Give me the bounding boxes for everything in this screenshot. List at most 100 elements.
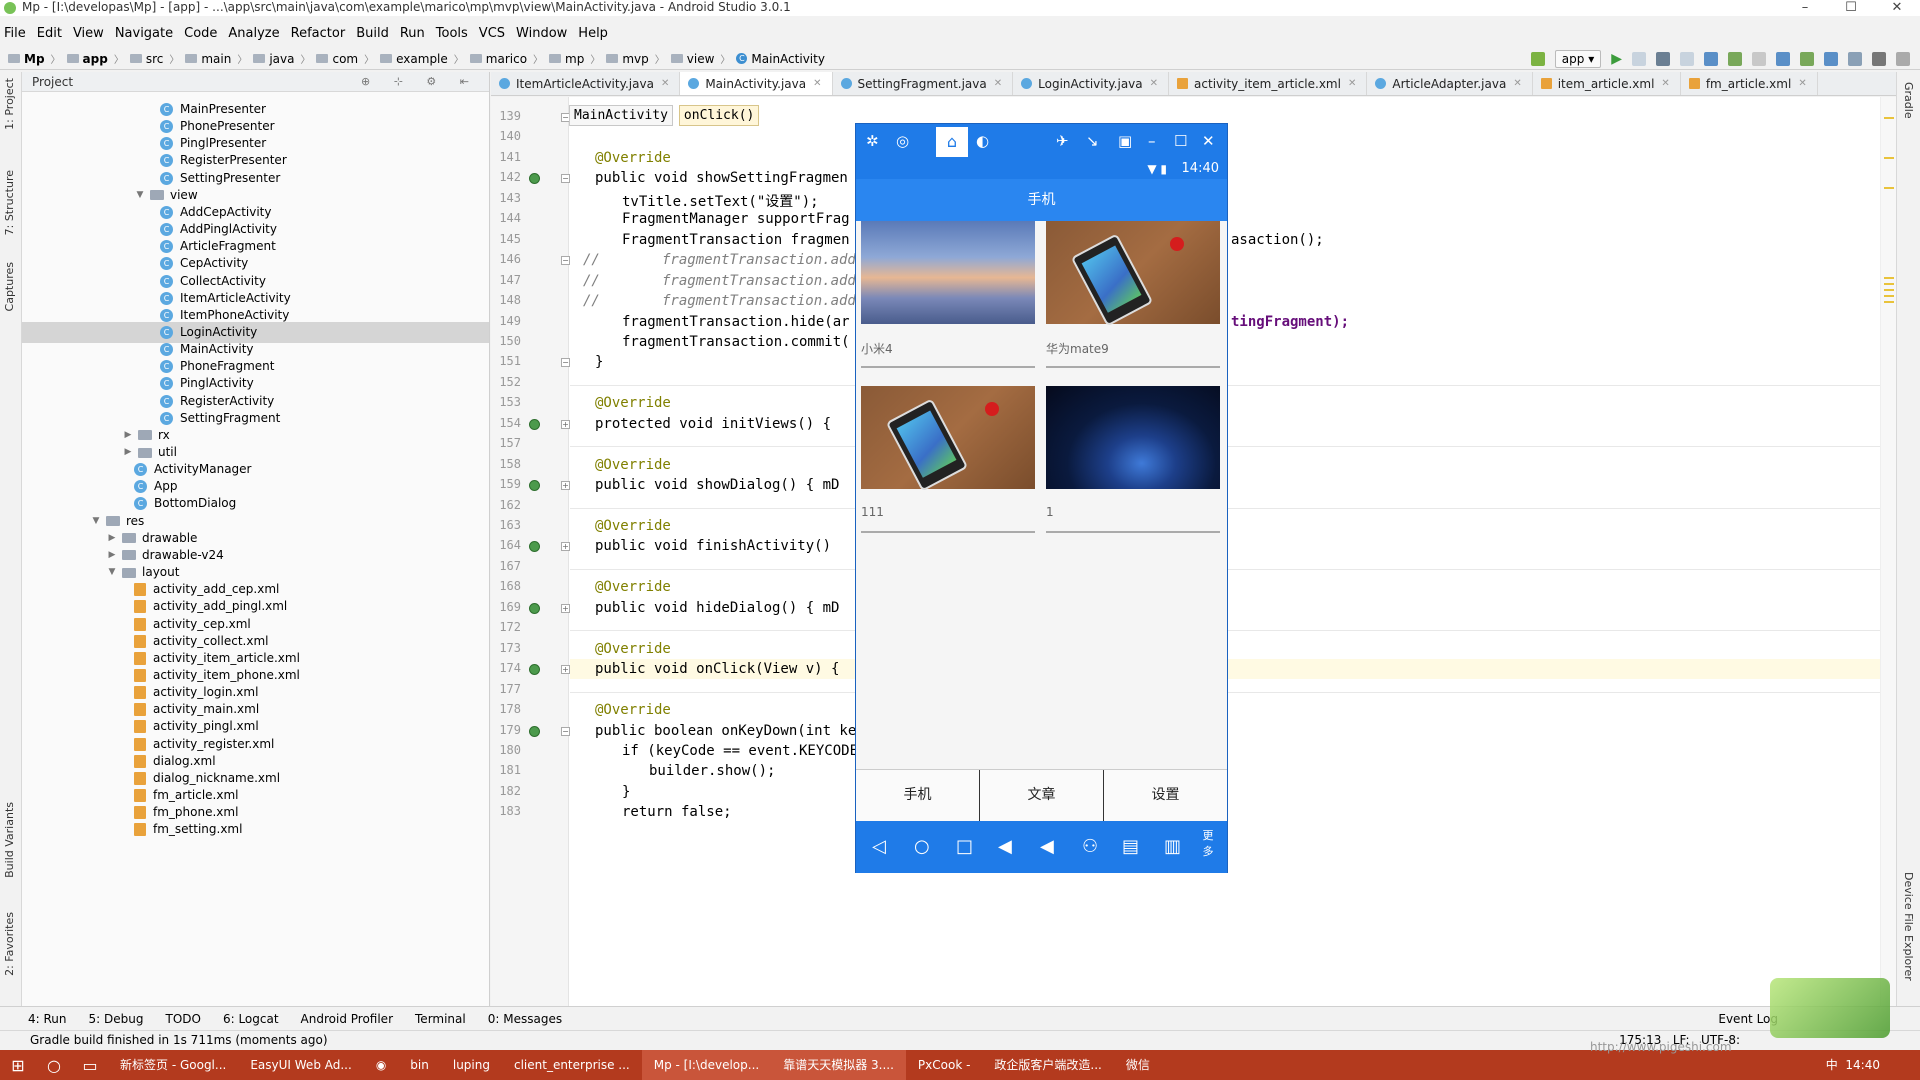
editor-tab[interactable]: ArticleAdapter.java ✕: [1367, 72, 1533, 95]
attach-debugger-icon[interactable]: [1728, 52, 1742, 66]
menu-tools[interactable]: Tools: [436, 26, 468, 41]
breadcrumb-item[interactable]: example: [380, 52, 448, 66]
home-circle-icon[interactable]: ○: [914, 836, 930, 857]
taskbar-item[interactable]: EasyUI Web Ad...: [238, 1050, 363, 1080]
editor-tab[interactable]: ItemArticleActivity.java ✕: [491, 72, 681, 95]
game-icon[interactable]: ◐: [976, 132, 989, 150]
tab-close-icon[interactable]: ✕: [1798, 78, 1806, 89]
taskbar-item[interactable]: 靠谱天天模拟器 3....: [771, 1050, 906, 1080]
taskbar-item[interactable]: luping: [441, 1050, 502, 1080]
search-icon[interactable]: [1872, 52, 1886, 66]
menu-help[interactable]: Help: [578, 26, 608, 41]
breadcrumb-item[interactable]: marico: [469, 52, 527, 66]
menu-build[interactable]: Build: [356, 26, 389, 41]
fold-toggle-icon[interactable]: +: [561, 603, 570, 613]
editor-tab[interactable]: item_article.xml ✕: [1533, 72, 1681, 95]
run-icon[interactable]: ▶: [1611, 51, 1622, 67]
editor-tab[interactable]: SettingFragment.java ✕: [833, 72, 1014, 95]
tool-logcat[interactable]: 6: Logcat: [223, 1012, 279, 1026]
stop-icon[interactable]: [1752, 52, 1766, 66]
debug-icon[interactable]: [1656, 52, 1670, 66]
taskbar-item[interactable]: 政企版客户端改造...: [982, 1050, 1113, 1080]
tab-article[interactable]: 文章: [980, 770, 1104, 821]
tab-settings[interactable]: 设置: [1104, 770, 1227, 821]
breadcrumb-item[interactable]: src: [129, 52, 163, 66]
override-marker-icon[interactable]: [529, 541, 540, 553]
start-icon[interactable]: ⊞: [0, 1056, 36, 1075]
tab-close-icon[interactable]: ✕: [661, 78, 669, 89]
menu-edit[interactable]: Edit: [37, 26, 62, 41]
crumb-class[interactable]: MainActivity: [569, 105, 673, 126]
breadcrumb-item[interactable]: C MainActivity: [736, 52, 825, 66]
fold-toggle-icon[interactable]: +: [561, 481, 570, 491]
shrink-icon[interactable]: ↘: [1086, 132, 1099, 150]
project-structure-icon[interactable]: [1848, 52, 1862, 66]
delete-icon[interactable]: ▥: [1164, 836, 1181, 857]
help-icon[interactable]: [1896, 52, 1910, 66]
fold-toggle-icon[interactable]: −: [561, 726, 570, 736]
breadcrumb-item[interactable]: main: [185, 52, 231, 66]
pin-icon[interactable]: ✈: [1056, 132, 1069, 150]
tab-structure[interactable]: 7: Structure: [3, 170, 16, 235]
apply-changes-icon[interactable]: [1632, 52, 1646, 66]
taskbar-item[interactable]: ◉: [364, 1050, 398, 1080]
override-marker-icon[interactable]: [529, 602, 540, 614]
sdk-manager-icon[interactable]: [1824, 52, 1838, 66]
breadcrumb-item[interactable]: com: [316, 52, 358, 66]
tab-close-icon[interactable]: ✕: [1513, 78, 1521, 89]
android-icon[interactable]: ✲: [866, 132, 879, 150]
taskbar-item[interactable]: Mp - [I:\develop...: [641, 1050, 772, 1080]
breadcrumb-item[interactable]: view: [670, 52, 714, 66]
fold-toggle-icon[interactable]: −: [561, 174, 570, 184]
menu-refactor[interactable]: Refactor: [291, 26, 346, 41]
tab-favorites[interactable]: 2: Favorites: [3, 912, 16, 976]
menu-file[interactable]: File: [4, 26, 26, 41]
tab-close-icon[interactable]: ✕: [1348, 78, 1356, 89]
menu-navigate[interactable]: Navigate: [115, 26, 173, 41]
override-marker-icon[interactable]: [529, 418, 540, 430]
tool-terminal[interactable]: Terminal: [415, 1012, 466, 1026]
tab-build-variants[interactable]: Build Variants: [3, 802, 16, 878]
tool-todo[interactable]: TODO: [165, 1012, 200, 1026]
tool-profiler[interactable]: Android Profiler: [301, 1012, 393, 1026]
home-icon[interactable]: ⌂: [936, 127, 968, 157]
emulator-close-icon[interactable]: ✕: [1202, 132, 1215, 150]
tab-close-icon[interactable]: ✕: [994, 78, 1002, 89]
override-marker-icon[interactable]: [529, 725, 540, 737]
override-marker-icon[interactable]: [529, 664, 540, 676]
menu-run[interactable]: Run: [400, 26, 425, 41]
crumb-method[interactable]: onClick(): [678, 105, 760, 126]
override-marker-icon[interactable]: [529, 173, 540, 185]
menu-code[interactable]: Code: [184, 26, 217, 41]
task-view-icon[interactable]: ▭: [72, 1056, 108, 1075]
avd-manager-icon[interactable]: [1800, 52, 1814, 66]
volume-up-icon[interactable]: ◀: [1040, 836, 1054, 857]
emulator-minimize-icon[interactable]: –: [1148, 132, 1156, 150]
fold-toggle-icon[interactable]: +: [561, 665, 570, 675]
sync-gradle-icon[interactable]: [1776, 52, 1790, 66]
tab-close-icon[interactable]: ✕: [1150, 78, 1158, 89]
breadcrumb-item[interactable]: mvp: [606, 52, 649, 66]
close-button[interactable]: ✕: [1874, 0, 1920, 16]
taskbar-item[interactable]: 微信: [1114, 1050, 1162, 1080]
ime-indicator[interactable]: 中: [1826, 1058, 1838, 1072]
editor-scrollbar[interactable]: [1880, 97, 1896, 1006]
volume-down-icon[interactable]: ◀: [998, 836, 1012, 857]
tool-debug[interactable]: 5: Debug: [89, 1012, 144, 1026]
fold-toggle-icon[interactable]: −: [561, 256, 570, 266]
coverage-icon[interactable]: [1680, 52, 1694, 66]
override-marker-icon[interactable]: [529, 480, 540, 492]
more-button[interactable]: 更多: [1202, 827, 1214, 859]
fold-toggle-icon[interactable]: +: [561, 542, 570, 552]
fold-toggle-icon[interactable]: −: [561, 358, 570, 368]
user-icon[interactable]: ◎: [896, 132, 909, 150]
taskbar-item[interactable]: 新标签页 - Googl...: [108, 1050, 238, 1080]
breadcrumb-item[interactable]: app: [66, 52, 108, 66]
taskbar-item[interactable]: client_enterprise ...: [502, 1050, 642, 1080]
back-icon[interactable]: ◁: [872, 836, 886, 857]
tool-messages[interactable]: 0: Messages: [488, 1012, 562, 1026]
menu-analyze[interactable]: Analyze: [228, 26, 279, 41]
breadcrumb-item[interactable]: Mp: [8, 52, 45, 66]
screen-icon[interactable]: ▣: [1118, 132, 1132, 150]
emulator-maximize-icon[interactable]: ☐: [1174, 132, 1187, 150]
